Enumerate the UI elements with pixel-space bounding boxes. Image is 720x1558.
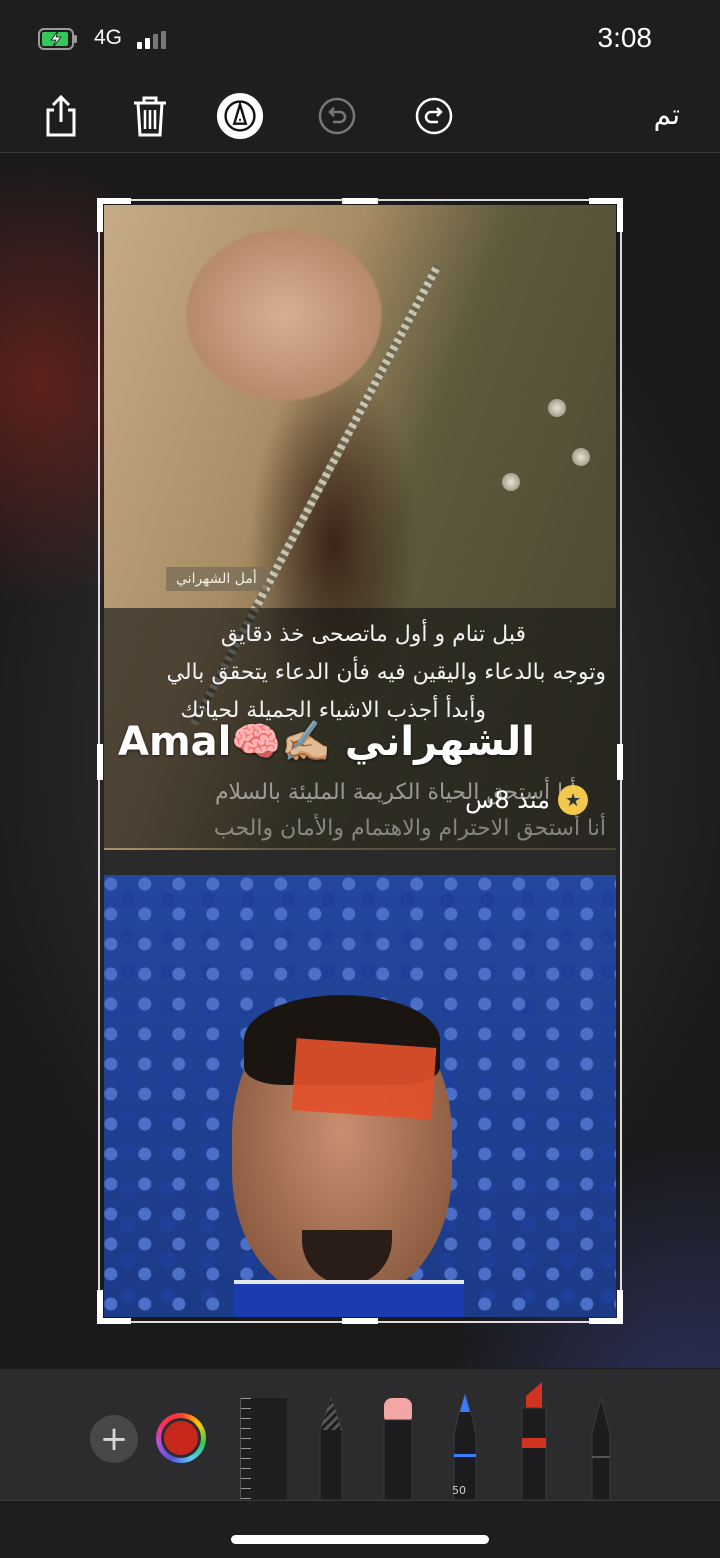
crop-handle-left[interactable] (97, 744, 103, 780)
screenshot-preview[interactable]: أمل الشهراني قبل تنام و أول ماتصحى خذ دق… (104, 205, 616, 1317)
jacket-snap (502, 473, 520, 491)
redo-icon (415, 97, 453, 135)
caption-line: أنا أستحق الاحترام والاهتمام والأمان وال… (213, 816, 606, 841)
trash-icon (134, 96, 166, 137)
crop-handle-top[interactable] (342, 198, 378, 204)
bottom-bar (0, 1501, 720, 1558)
crop-handle-right[interactable] (617, 744, 623, 780)
done-button[interactable]: تم (654, 98, 680, 131)
status-bar: 4G 3:08 (0, 0, 720, 80)
ruler-tool[interactable] (240, 1398, 287, 1500)
jacket-snap (548, 399, 566, 417)
username-emoji: 🧠✍🏼 (231, 719, 331, 765)
crop-handle-bottom-right[interactable] (617, 1290, 623, 1324)
markup-toolbar: تم (0, 80, 720, 153)
red-marker-stroke (291, 1038, 437, 1120)
undo-button[interactable] (313, 92, 361, 140)
home-indicator[interactable] (231, 1535, 489, 1544)
fountain-pen-tool[interactable] (584, 1396, 618, 1500)
player-shirt (234, 1280, 464, 1317)
markup-button[interactable] (216, 92, 264, 140)
pencil-tool[interactable] (314, 1396, 348, 1500)
add-button[interactable]: + (90, 1415, 138, 1463)
signal-icon (137, 31, 166, 49)
username-arabic: الشهراني (344, 719, 535, 765)
selected-color-swatch (161, 1418, 201, 1458)
jacket-snap (572, 448, 590, 466)
share-icon (46, 94, 76, 137)
delete-button[interactable] (126, 92, 174, 140)
share-button[interactable] (37, 92, 85, 140)
battery-icon (38, 28, 77, 50)
clock: 3:08 (597, 22, 653, 53)
caption-line: قبل تنام و أول ماتصحى خذ دقايق (220, 622, 526, 647)
crop-handle-top-right[interactable] (617, 198, 623, 232)
pen-width-label: 50 (452, 1484, 466, 1497)
network-type: 4G (94, 26, 123, 49)
plus-icon: + (99, 1419, 129, 1459)
crop-handle-top-left[interactable] (97, 198, 103, 232)
crop-handle-bottom[interactable] (342, 1318, 378, 1324)
undo-icon (318, 97, 356, 135)
marker-tool[interactable] (516, 1378, 552, 1500)
username-latin: Amal (118, 719, 232, 765)
eraser-tool[interactable] (380, 1396, 416, 1500)
time-ago: منذ 8س (465, 786, 550, 814)
story-username: Amal🧠✍🏼 الشهراني (118, 718, 535, 765)
color-picker[interactable] (156, 1413, 206, 1463)
markup-icon (216, 92, 264, 140)
redo-button[interactable] (410, 92, 458, 140)
story-timestamp: ★ منذ 8س (465, 785, 588, 815)
star-icon: ★ (558, 785, 588, 815)
crop-handle-bottom-left[interactable] (97, 1290, 103, 1324)
story-photo-player (104, 875, 616, 1317)
caption-line: وتوجه بالدعاء واليقين فيه فأن الدعاء يتح… (166, 660, 606, 685)
watermark-label: أمل الشهراني (166, 567, 267, 591)
